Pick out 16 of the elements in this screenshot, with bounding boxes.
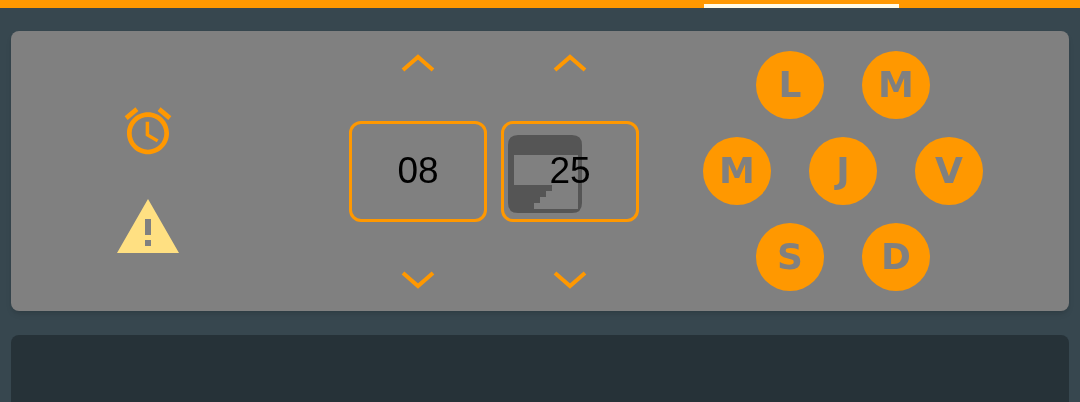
chevron-down-icon bbox=[552, 269, 588, 290]
chevron-down-icon bbox=[400, 269, 436, 290]
hour-field[interactable]: 08 bbox=[349, 120, 487, 222]
day-toggle[interactable]: J bbox=[809, 137, 877, 205]
time-value: 08 bbox=[397, 149, 439, 194]
day-toggle[interactable]: S bbox=[756, 223, 824, 291]
day-toggle[interactable]: D bbox=[862, 223, 930, 291]
minute-field[interactable]: 25 bbox=[501, 120, 639, 222]
day-toggle[interactable]: M bbox=[862, 51, 930, 119]
chevron-up-icon bbox=[552, 52, 588, 73]
warning-icon bbox=[117, 199, 179, 253]
day-toggle[interactable]: V bbox=[915, 137, 983, 205]
day-toggle[interactable]: M bbox=[703, 137, 771, 205]
time-value: 25 bbox=[549, 149, 591, 194]
chevron-up-icon bbox=[400, 52, 436, 73]
day-toggle[interactable]: L bbox=[756, 51, 824, 119]
